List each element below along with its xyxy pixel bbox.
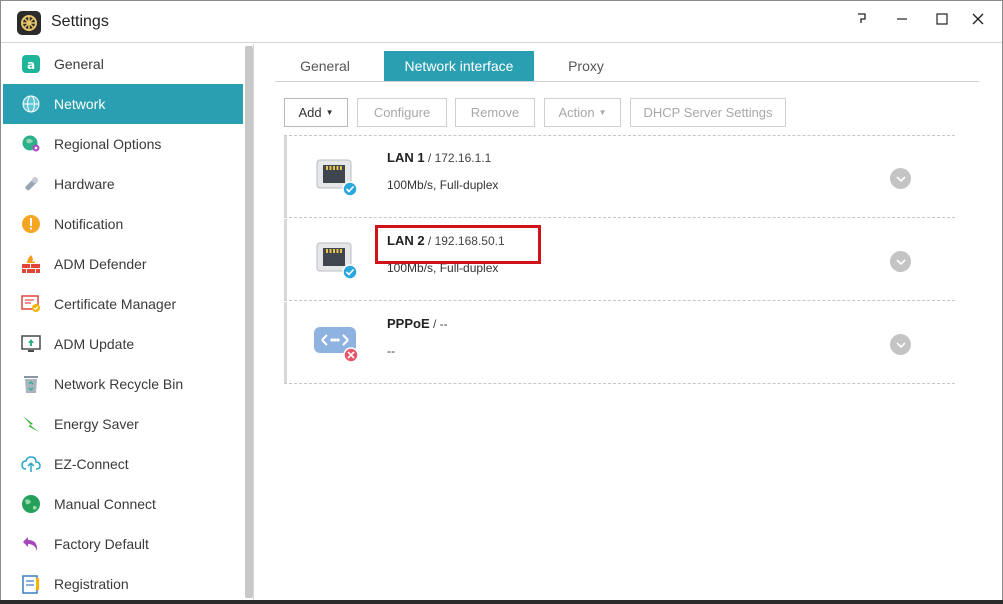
sidebar-item-label: Certificate Manager [54, 296, 177, 312]
tab-bar: General Network interface Proxy [275, 51, 979, 82]
undo-arrow-icon [20, 533, 42, 555]
sidebar-divider [253, 44, 254, 604]
action-button[interactable]: Action ▼ [544, 98, 621, 127]
close-icon[interactable] [963, 7, 993, 31]
settings-app-icon [17, 11, 41, 35]
sidebar-item-label: Hardware [54, 176, 115, 192]
sidebar-item-network[interactable]: Network [3, 84, 243, 124]
row-indicator [284, 136, 287, 217]
remove-button[interactable]: Remove [455, 98, 535, 127]
interface-row-pppoe[interactable]: PPPoE / -- -- [284, 301, 955, 384]
sidebar-item-manual-connect[interactable]: Manual Connect [3, 484, 243, 524]
sidebar-item-label: Network [54, 96, 106, 112]
title-bar: Settings [1, 1, 1002, 43]
globe-icon [20, 93, 42, 115]
wrench-icon [20, 173, 42, 195]
sidebar-scrollbar[interactable] [245, 46, 253, 598]
tab-general[interactable]: General [275, 51, 375, 81]
energy-icon [20, 413, 42, 435]
sidebar-item-label: Registration [54, 576, 129, 592]
alert-icon [20, 213, 42, 235]
add-button[interactable]: Add ▼ [284, 98, 348, 127]
taskbar-strip [0, 600, 1003, 604]
sidebar-item-energy-saver[interactable]: Energy Saver [3, 404, 243, 444]
sidebar-item-label: EZ-Connect [54, 456, 129, 472]
caret-down-icon: ▼ [598, 108, 607, 117]
sidebar-item-label: ADM Update [54, 336, 135, 352]
firewall-icon [20, 253, 42, 275]
sidebar-item-network-recycle-bin[interactable]: Network Recycle Bin [3, 364, 243, 404]
interface-row-lan1[interactable]: LAN 1 / 172.16.1.1 100Mb/s, Full-duplex [284, 135, 955, 218]
sidebar-item-certificate-manager[interactable]: Certificate Manager [3, 284, 243, 324]
row-indicator [284, 219, 287, 300]
sidebar-item-regional-options[interactable]: Regional Options [3, 124, 243, 164]
ethernet-port-icon [312, 238, 362, 283]
interface-address: / 172.16.1.1 [424, 151, 492, 165]
interface-detail: 100Mb/s, Full-duplex [387, 178, 499, 192]
update-monitor-icon [20, 333, 42, 355]
globe-green-icon [20, 493, 42, 515]
sidebar-item-notification[interactable]: Notification [3, 204, 243, 244]
interface-name: PPPoE / -- [387, 316, 448, 331]
add-button-label: Add [298, 105, 322, 120]
sidebar-item-ez-connect[interactable]: EZ-Connect [3, 444, 243, 484]
sidebar-item-label: Network Recycle Bin [54, 376, 184, 392]
globe-pin-icon [20, 133, 42, 155]
sidebar-item-general[interactable]: a General [3, 44, 243, 84]
sidebar-item-label: Energy Saver [54, 416, 139, 432]
row-indicator [284, 302, 287, 383]
sidebar-item-adm-update[interactable]: ADM Update [3, 324, 243, 364]
highlight-annotation [375, 225, 541, 264]
recycle-bin-icon [20, 373, 42, 395]
maximize-icon[interactable] [927, 7, 957, 31]
interface-detail: -- [387, 344, 395, 358]
expand-chevron-icon[interactable] [890, 334, 911, 355]
caret-down-icon: ▼ [325, 108, 334, 117]
interface-name: LAN 1 / 172.16.1.1 [387, 150, 492, 165]
certificate-icon [20, 293, 42, 315]
dhcp-server-settings-button[interactable]: DHCP Server Settings [630, 98, 786, 127]
sidebar-item-registration[interactable]: Registration [3, 564, 243, 604]
ethernet-port-icon [312, 155, 362, 200]
clipboard-icon [20, 573, 42, 595]
sidebar-item-label: ADM Defender [54, 256, 147, 272]
expand-chevron-icon[interactable] [890, 168, 911, 189]
interface-address: / -- [429, 317, 448, 331]
sidebar-item-hardware[interactable]: Hardware [3, 164, 243, 204]
cloud-upload-icon [20, 453, 42, 475]
sidebar-item-label: Notification [54, 216, 124, 232]
pppoe-icon [312, 321, 362, 366]
expand-chevron-icon[interactable] [890, 251, 911, 272]
sidebar-item-label: Factory Default [54, 536, 149, 552]
window-title: Settings [51, 13, 109, 30]
sidebar-item-label: Regional Options [54, 136, 162, 152]
sidebar-item-label: Manual Connect [54, 496, 156, 512]
sidebar-item-label: General [54, 56, 104, 72]
action-button-label: Action [558, 105, 595, 120]
general-icon: a [20, 53, 42, 75]
help-icon[interactable] [847, 7, 877, 31]
sidebar-item-adm-defender[interactable]: ADM Defender [3, 244, 243, 284]
configure-button[interactable]: Configure [357, 98, 447, 127]
sidebar: a General Network Regional Options Hardw… [2, 44, 254, 604]
minimize-icon[interactable] [887, 7, 917, 31]
settings-window: Settings a General Network Regional Opti… [0, 0, 1003, 604]
main-panel: General Network interface Proxy Add ▼ Con… [255, 44, 1002, 604]
svg-text:a: a [27, 58, 35, 72]
sidebar-item-factory-default[interactable]: Factory Default [3, 524, 243, 564]
tab-network-interface[interactable]: Network interface [384, 51, 534, 81]
tab-proxy[interactable]: Proxy [547, 51, 625, 81]
